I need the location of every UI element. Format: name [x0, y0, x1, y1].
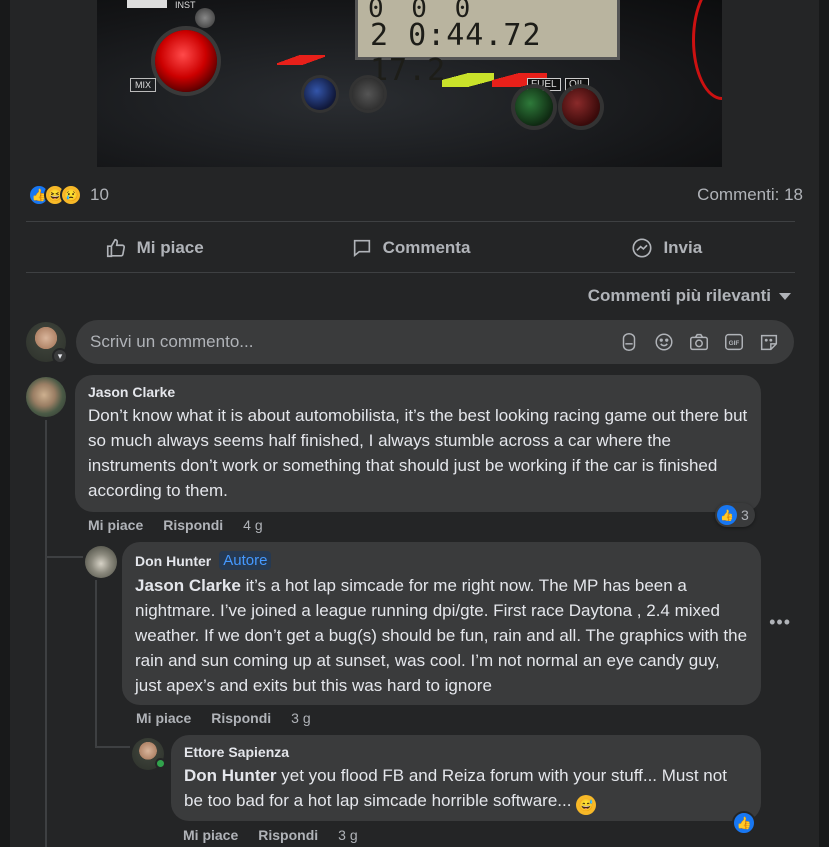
small-knob	[195, 8, 215, 28]
sticker-icon[interactable]	[757, 331, 780, 354]
comment-meta: Mi piace Rispondi 3 g	[183, 827, 358, 843]
comment-author: Don Hunter Autore	[135, 551, 748, 570]
comment-author[interactable]: Jason Clarke	[88, 384, 748, 400]
avatar-sticker-icon[interactable]	[617, 331, 640, 354]
divider	[26, 221, 795, 222]
messenger-icon	[632, 238, 652, 258]
thread-line	[45, 420, 47, 847]
post-actions: Mi piace Commenta Invia	[26, 224, 795, 272]
more-options-icon[interactable]: •••	[769, 612, 791, 633]
avatar[interactable]	[85, 546, 117, 578]
lcd-display: 0 0 0 2 0:44.72 17.2	[355, 0, 620, 88]
author-name[interactable]: Don Hunter	[135, 553, 211, 569]
mention-link[interactable]: Jason Clarke	[135, 576, 241, 595]
comment-like-link[interactable]: Mi piace	[88, 517, 143, 533]
gif-icon[interactable]: GIF	[722, 331, 745, 354]
comment-composer: GIF	[76, 320, 794, 364]
online-status-indicator	[155, 758, 166, 769]
comment-meta: Mi piace Rispondi 3 g	[136, 710, 311, 726]
thread-connector	[45, 556, 83, 558]
thread-connector	[95, 746, 130, 748]
green-lamp	[515, 88, 553, 126]
thumbs-up-icon	[106, 238, 125, 258]
post-photo[interactable]: INST MIX 0 0 0 2 0:44.72 17.2 FUEL OIL	[97, 0, 722, 167]
comment-like-link[interactable]: Mi piace	[136, 710, 191, 726]
comment-bubble: Don Hunter Autore Jason Clarke it’s a ho…	[122, 542, 761, 705]
comment-meta: Mi piace Rispondi 4 g	[88, 517, 263, 533]
comment-timestamp[interactable]: 4 g	[243, 517, 262, 533]
post-card: INST MIX 0 0 0 2 0:44.72 17.2 FUEL OIL 👍…	[10, 0, 819, 847]
comment-label: Commenta	[382, 238, 471, 257]
mix-label: MIX	[130, 78, 157, 92]
sad-reaction-icon: 😢	[60, 184, 82, 206]
comment-text: Don Hunter yet you flood FB and Reiza fo…	[184, 763, 748, 815]
comment-reactions[interactable]: 👍 3	[715, 503, 755, 527]
share-label: Invia	[663, 238, 703, 257]
emoji-icon[interactable]	[652, 331, 675, 354]
reactions-summary: 👍 😆 😢 10 Commenti: 18	[28, 180, 803, 210]
caret-down-icon	[779, 292, 791, 300]
share-button[interactable]: Invia	[539, 224, 795, 272]
comment-reply-link[interactable]: Rispondi	[211, 710, 271, 726]
red-bolt-graphic	[277, 55, 325, 65]
composer-tools: GIF	[617, 331, 780, 354]
sweat-smile-emoji: 😅	[576, 795, 597, 815]
like-button[interactable]: Mi piace	[26, 224, 282, 272]
author-badge: Autore	[219, 551, 272, 570]
red-lamp	[562, 88, 600, 126]
yellow-arrow-graphic	[442, 73, 494, 87]
comment-reply-link[interactable]: Rispondi	[258, 827, 318, 843]
comment-icon	[353, 239, 370, 258]
comment-button[interactable]: Commenta	[282, 224, 538, 272]
red-button	[155, 30, 217, 92]
comment-timestamp[interactable]: 3 g	[291, 710, 310, 726]
like-label: Mi piace	[136, 238, 204, 257]
reset-label	[127, 0, 167, 8]
sort-label: Commenti più rilevanti	[587, 286, 771, 305]
comment-sort-dropdown[interactable]: Commenti più rilevanti	[588, 286, 791, 306]
inst-label: INST	[175, 0, 196, 10]
comment-timestamp[interactable]: 3 g	[338, 827, 357, 843]
comment-reply-link[interactable]: Rispondi	[163, 517, 223, 533]
like-reaction-icon: 👍	[717, 505, 737, 525]
comment-text: Jason Clarke it’s a hot lap simcade for …	[135, 576, 748, 695]
chevron-down-icon[interactable]: ▾	[52, 348, 68, 364]
camera-icon[interactable]	[687, 331, 710, 354]
avatar[interactable]	[26, 377, 66, 417]
mention-link[interactable]: Don Hunter	[184, 766, 277, 785]
grey-knob	[352, 78, 384, 110]
comment-bubble: Jason Clarke Don’t know what it is about…	[75, 375, 761, 512]
reaction-count[interactable]: 10	[90, 185, 109, 205]
reaction-icons[interactable]: 👍 😆 😢	[28, 184, 82, 206]
comment-reaction-count: 3	[741, 507, 749, 523]
comments-count[interactable]: Commenti: 18	[697, 185, 803, 205]
comment-bubble: Ettore Sapienza Don Hunter yet you flood…	[171, 735, 761, 821]
svg-text:GIF: GIF	[728, 340, 739, 347]
comment-author[interactable]: Ettore Sapienza	[184, 744, 748, 760]
comment-like-link[interactable]: Mi piace	[183, 827, 238, 843]
thread-line	[95, 580, 97, 748]
blue-lamp	[304, 78, 336, 110]
divider	[26, 272, 795, 273]
comment-input[interactable]	[90, 332, 617, 352]
red-gauge-ring	[692, 0, 722, 100]
comment-text: Don’t know what it is about automobilist…	[88, 406, 748, 500]
like-reaction-icon[interactable]: 👍	[732, 811, 756, 835]
